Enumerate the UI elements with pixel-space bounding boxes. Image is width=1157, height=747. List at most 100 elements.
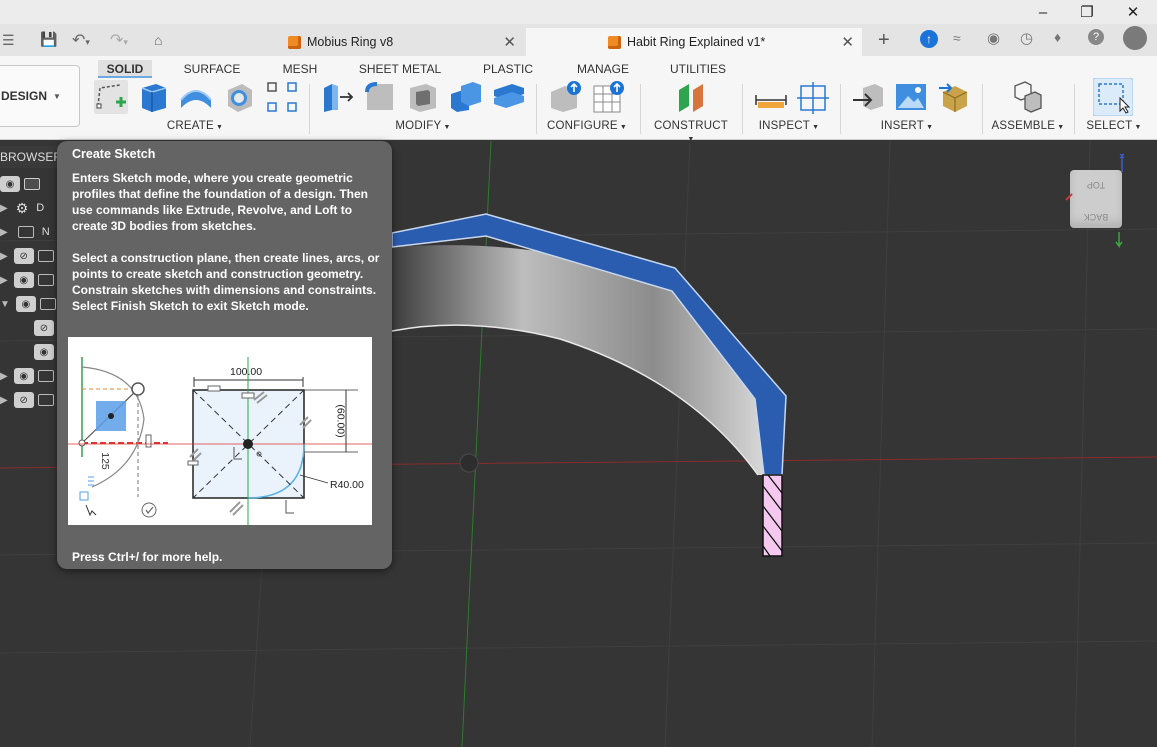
create-sketch-icon[interactable] bbox=[94, 80, 128, 114]
modify-group-label[interactable]: MODIFY ▼ bbox=[385, 120, 461, 132]
section-analysis-icon[interactable] bbox=[797, 80, 831, 114]
combine-icon[interactable] bbox=[449, 80, 483, 114]
design-file-icon bbox=[608, 35, 621, 49]
configure-group-label[interactable]: CONFIGURE ▼ bbox=[546, 120, 628, 132]
browser-row-sketches[interactable]: ▼ ◉ bbox=[0, 293, 58, 315]
browser-row-root[interactable]: ◉ bbox=[0, 173, 58, 195]
expand-arrow-icon[interactable]: ▶ bbox=[0, 227, 8, 238]
tooltip-title: Create Sketch bbox=[72, 147, 156, 161]
job-status-icon[interactable]: ↑ bbox=[920, 30, 938, 48]
help-icon[interactable]: ? bbox=[1088, 29, 1104, 45]
workspace-switcher[interactable]: DESIGN ▼ bbox=[0, 65, 80, 127]
browser-row[interactable]: ▶ ⊘ bbox=[0, 245, 58, 267]
new-tab-icon[interactable]: + bbox=[878, 29, 890, 52]
create-group-label[interactable]: CREATE ▼ bbox=[160, 120, 230, 132]
press-pull-icon[interactable] bbox=[320, 80, 354, 114]
new-component-icon[interactable] bbox=[1011, 80, 1045, 114]
insert-mesh-icon[interactable] bbox=[937, 80, 971, 114]
scale-icon[interactable] bbox=[492, 80, 526, 114]
tab-sheet-metal[interactable]: SHEET METAL bbox=[352, 60, 448, 78]
configure-design-icon[interactable] bbox=[549, 80, 583, 114]
close-tab-icon[interactable]: ✕ bbox=[841, 33, 854, 51]
inspect-group-label[interactable]: INSPECT ▼ bbox=[752, 120, 826, 132]
online-status-icon[interactable]: ◉ bbox=[987, 29, 1000, 47]
expand-arrow-icon[interactable]: ▶ bbox=[0, 371, 8, 382]
chevron-down-icon: ▼ bbox=[53, 91, 61, 101]
hidden-eye-icon[interactable]: ⊘ bbox=[34, 320, 54, 336]
browser-row[interactable]: ▶ ◉ bbox=[0, 365, 58, 387]
close-tab-icon[interactable]: ✕ bbox=[503, 33, 516, 51]
browser-label: BROWSER bbox=[0, 150, 63, 164]
save-icon[interactable]: 💾 bbox=[40, 31, 57, 48]
visibility-eye-icon[interactable]: ◉ bbox=[15, 296, 36, 312]
hole-icon[interactable] bbox=[222, 80, 256, 114]
hidden-eye-icon[interactable]: ⊘ bbox=[13, 248, 34, 264]
expand-arrow-icon[interactable]: ▶ bbox=[0, 251, 8, 262]
tab-surface[interactable]: SURFACE bbox=[178, 60, 246, 78]
browser-row-child[interactable]: ⊘ bbox=[34, 317, 58, 339]
ribbon-separator bbox=[982, 84, 983, 134]
browser-row[interactable]: ▶ ◉ bbox=[0, 269, 58, 291]
tab-utilities[interactable]: UTILITIES bbox=[664, 60, 732, 78]
close-window-icon[interactable]: ✕ bbox=[1110, 0, 1156, 24]
toolbar-ribbon: DESIGN ▼ SOLID SURFACE MESH SHEET METAL … bbox=[0, 56, 1157, 143]
offset-plane-icon[interactable] bbox=[675, 80, 709, 114]
ribbon-separator bbox=[742, 84, 743, 134]
tab-solid[interactable]: SOLID bbox=[98, 60, 152, 78]
tab-strip: ☰ 💾 ↶▾ ↷▾ ⌂ Mobius Ring v8 ✕ Habit Ring … bbox=[0, 24, 1157, 56]
shell-icon[interactable] bbox=[406, 80, 440, 114]
extensions-icon[interactable]: ≈ bbox=[953, 30, 961, 46]
tab-mesh[interactable]: MESH bbox=[277, 60, 323, 78]
browser-row-named-views[interactable]: ▶ N bbox=[0, 221, 58, 243]
folder-icon bbox=[37, 274, 54, 286]
tab-habit-ring[interactable]: Habit Ring Explained v1* ✕ bbox=[526, 28, 862, 56]
browser-row[interactable]: ▶ ⊘ bbox=[0, 389, 58, 411]
select-icon[interactable] bbox=[1093, 78, 1133, 116]
revolve-icon[interactable] bbox=[179, 80, 213, 114]
ring-body-side bbox=[392, 245, 765, 475]
minimize-icon[interactable]: – bbox=[1020, 0, 1066, 24]
expand-arrow-icon[interactable]: ▶ bbox=[0, 203, 8, 214]
folder-icon bbox=[37, 370, 54, 382]
visibility-eye-icon[interactable]: ◉ bbox=[13, 368, 34, 384]
extrude-icon[interactable] bbox=[136, 80, 170, 114]
visibility-eye-icon[interactable]: ◉ bbox=[34, 344, 54, 360]
tab-manage[interactable]: MANAGE bbox=[572, 60, 634, 78]
collapse-arrow-icon[interactable]: ▼ bbox=[0, 299, 10, 310]
insert-canvas-icon[interactable] bbox=[894, 80, 928, 114]
tab-label: Mobius Ring v8 bbox=[307, 35, 394, 49]
visibility-eye-icon[interactable]: ◉ bbox=[0, 176, 20, 192]
select-group-label[interactable]: SELECT ▼ bbox=[1082, 120, 1146, 132]
browser-row-settings[interactable]: ▶ ⚙ D bbox=[0, 197, 58, 219]
hidden-eye-icon[interactable]: ⊘ bbox=[13, 392, 34, 408]
axis-triad bbox=[1065, 153, 1125, 249]
insert-derive-icon[interactable] bbox=[851, 80, 885, 114]
browser-row-child[interactable]: ◉ bbox=[34, 341, 58, 363]
redo-icon[interactable]: ↷▾ bbox=[110, 30, 128, 50]
visibility-eye-icon[interactable]: ◉ bbox=[13, 272, 34, 288]
avatar[interactable] bbox=[1123, 26, 1147, 50]
pattern-icon[interactable] bbox=[265, 80, 299, 114]
design-file-icon bbox=[288, 35, 301, 49]
expand-arrow-icon[interactable]: ▶ bbox=[0, 395, 8, 406]
fillet-icon[interactable] bbox=[363, 80, 397, 114]
tab-plastic[interactable]: PLASTIC bbox=[479, 60, 537, 78]
restore-icon[interactable]: ❐ bbox=[1064, 0, 1110, 24]
configuration-table-icon[interactable] bbox=[592, 80, 626, 114]
undo-icon[interactable]: ↶▾ bbox=[72, 30, 90, 50]
workspace-label: DESIGN bbox=[1, 89, 48, 103]
expand-arrow-icon[interactable]: ▶ bbox=[0, 275, 8, 286]
browser-panel-header[interactable]: BROWSER bbox=[0, 146, 62, 168]
file-menu-icon[interactable]: ☰ bbox=[2, 32, 15, 49]
tooltip-description: Enters Sketch mode, where you create geo… bbox=[72, 171, 368, 233]
home-icon[interactable]: ⌂ bbox=[154, 32, 162, 48]
assemble-group-label[interactable]: ASSEMBLE ▼ bbox=[990, 120, 1066, 132]
measure-icon[interactable] bbox=[754, 80, 788, 114]
browser-item-label: D bbox=[36, 202, 45, 214]
history-icon[interactable]: ◷ bbox=[1020, 29, 1033, 47]
tab-mobius-ring[interactable]: Mobius Ring v8 ✕ bbox=[288, 28, 524, 56]
window-titlebar: – ❐ ✕ bbox=[0, 0, 1157, 24]
notifications-icon[interactable]: ♦ bbox=[1054, 29, 1061, 45]
insert-group-label[interactable]: INSERT ▼ bbox=[870, 120, 944, 132]
folder-icon bbox=[17, 226, 34, 238]
